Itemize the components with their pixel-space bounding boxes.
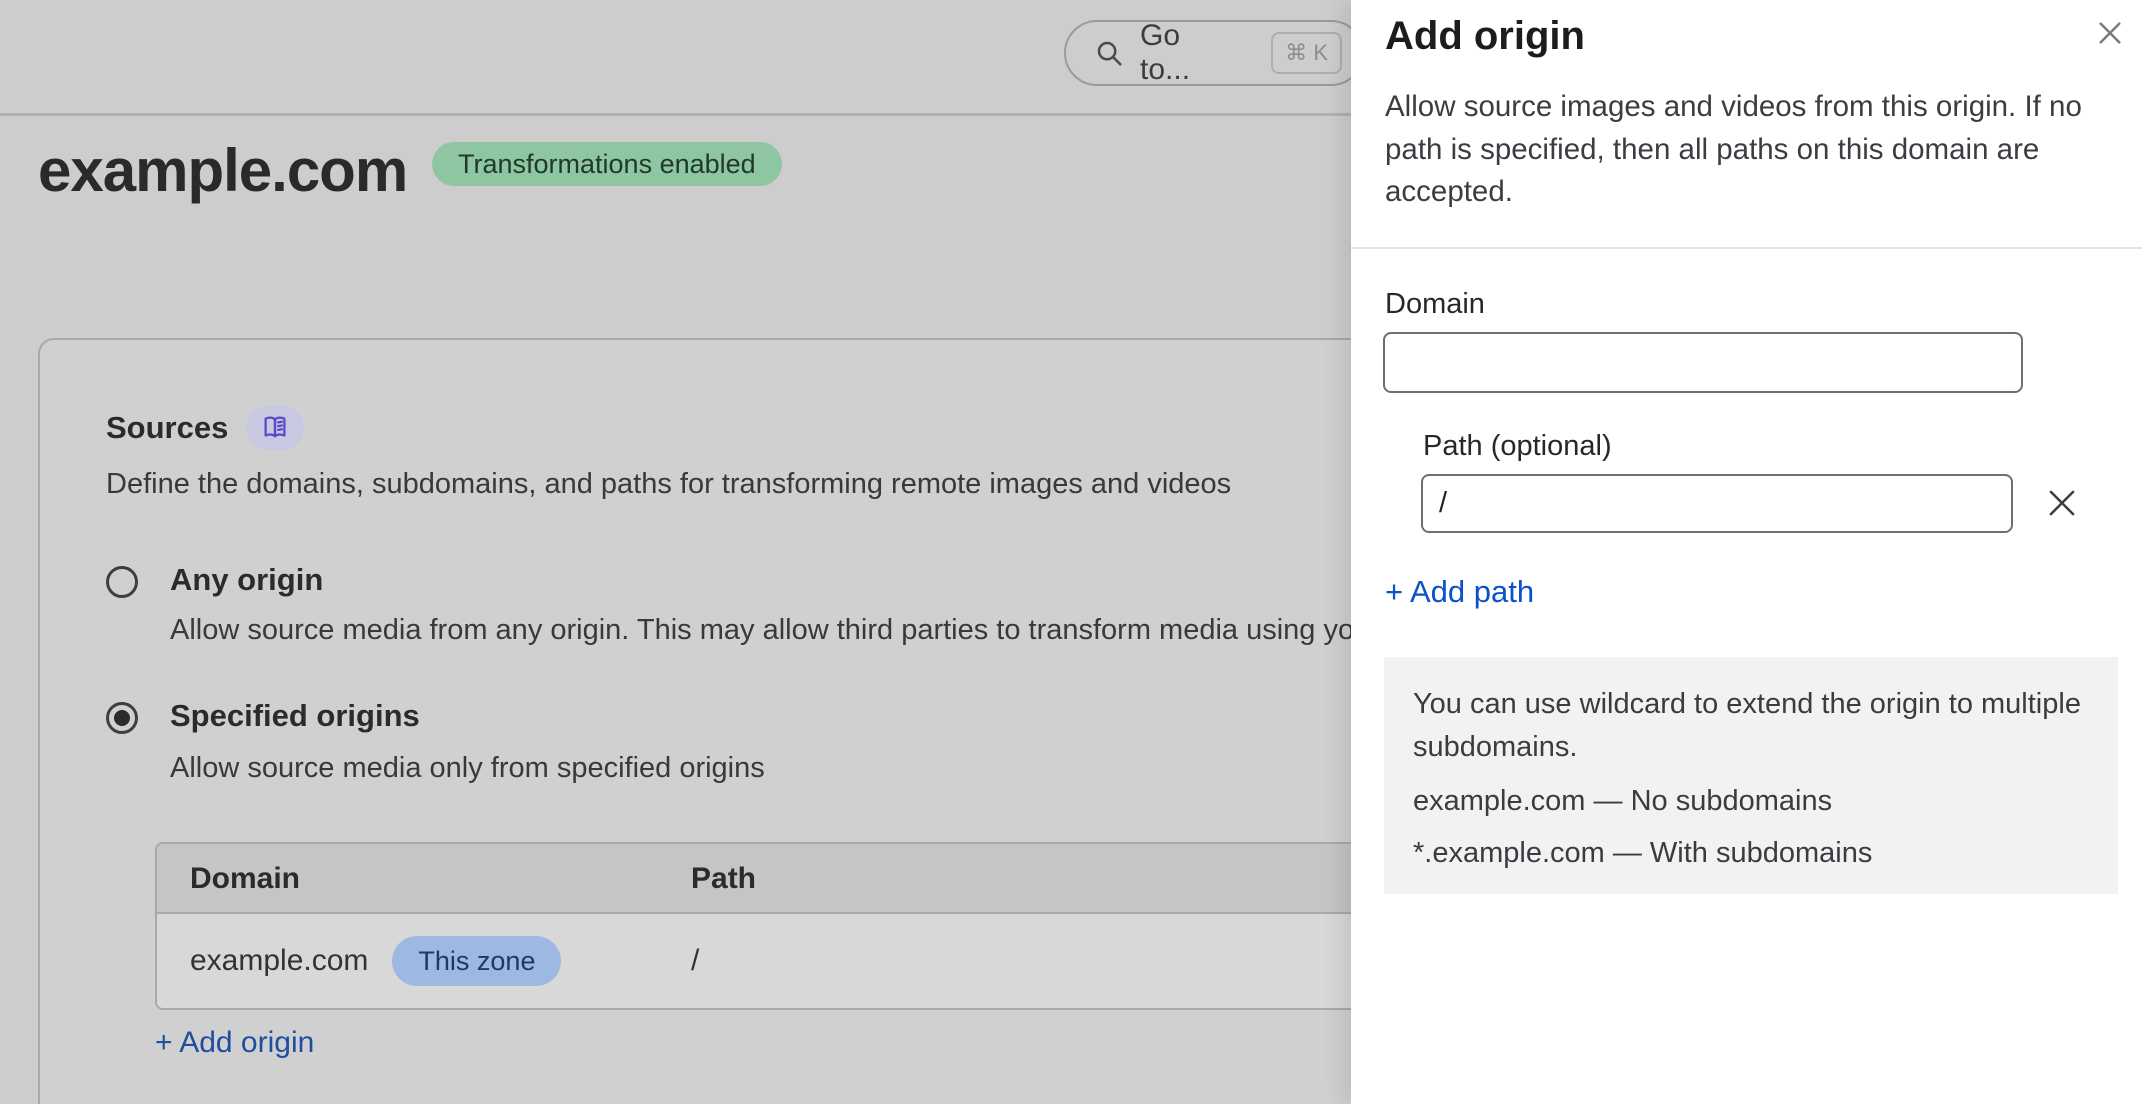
info-wildcard-text: You can use wildcard to extend the origi…	[1413, 683, 2093, 769]
close-button[interactable]	[2089, 12, 2131, 54]
remove-path-x-icon	[2043, 484, 2081, 522]
search-shortcut-kbd: ⌘ K	[1271, 32, 1342, 74]
domain-field-label: Domain	[1385, 288, 1485, 321]
open-book-icon	[260, 413, 290, 443]
docs-link-chip[interactable]	[246, 406, 304, 450]
panel-description: Allow source images and videos from this…	[1385, 86, 2097, 214]
add-origin-panel: Add origin Allow source images and video…	[1351, 0, 2142, 1104]
page-title: example.com	[38, 136, 407, 205]
path-field-label: Path (optional)	[1423, 430, 1612, 463]
info-no-subdomains: example.com — No subdomains	[1413, 780, 2094, 823]
add-origin-link[interactable]: + Add origin	[155, 1026, 314, 1060]
wildcard-info-box: You can use wildcard to extend the origi…	[1384, 657, 2118, 894]
panel-divider	[1351, 247, 2142, 249]
origin-path-value: /	[691, 944, 699, 978]
column-header-path: Path	[691, 844, 756, 912]
close-icon	[2094, 17, 2126, 49]
sources-heading: Sources	[106, 410, 228, 446]
origin-domain-value: example.com	[190, 944, 368, 978]
search-placeholder: Go to...	[1140, 19, 1229, 87]
add-path-link[interactable]: + Add path	[1385, 574, 1534, 610]
radio-any-origin[interactable]	[106, 566, 138, 598]
radio-any-origin-label[interactable]: Any origin	[170, 562, 323, 598]
panel-title: Add origin	[1385, 14, 1585, 59]
path-input[interactable]	[1421, 474, 2013, 533]
domain-input[interactable]	[1383, 332, 2023, 393]
this-zone-badge: This zone	[392, 936, 561, 986]
radio-specified-origins-label[interactable]: Specified origins	[170, 698, 420, 734]
global-search[interactable]: Go to... ⌘ K	[1064, 20, 1364, 86]
status-badge: Transformations enabled	[432, 142, 782, 186]
radio-specified-origins[interactable]	[106, 702, 138, 734]
search-icon	[1094, 38, 1124, 68]
info-with-subdomains: *.example.com — With subdomains	[1413, 832, 2094, 875]
column-header-domain: Domain	[157, 844, 691, 912]
remove-path-button[interactable]	[2039, 480, 2085, 526]
